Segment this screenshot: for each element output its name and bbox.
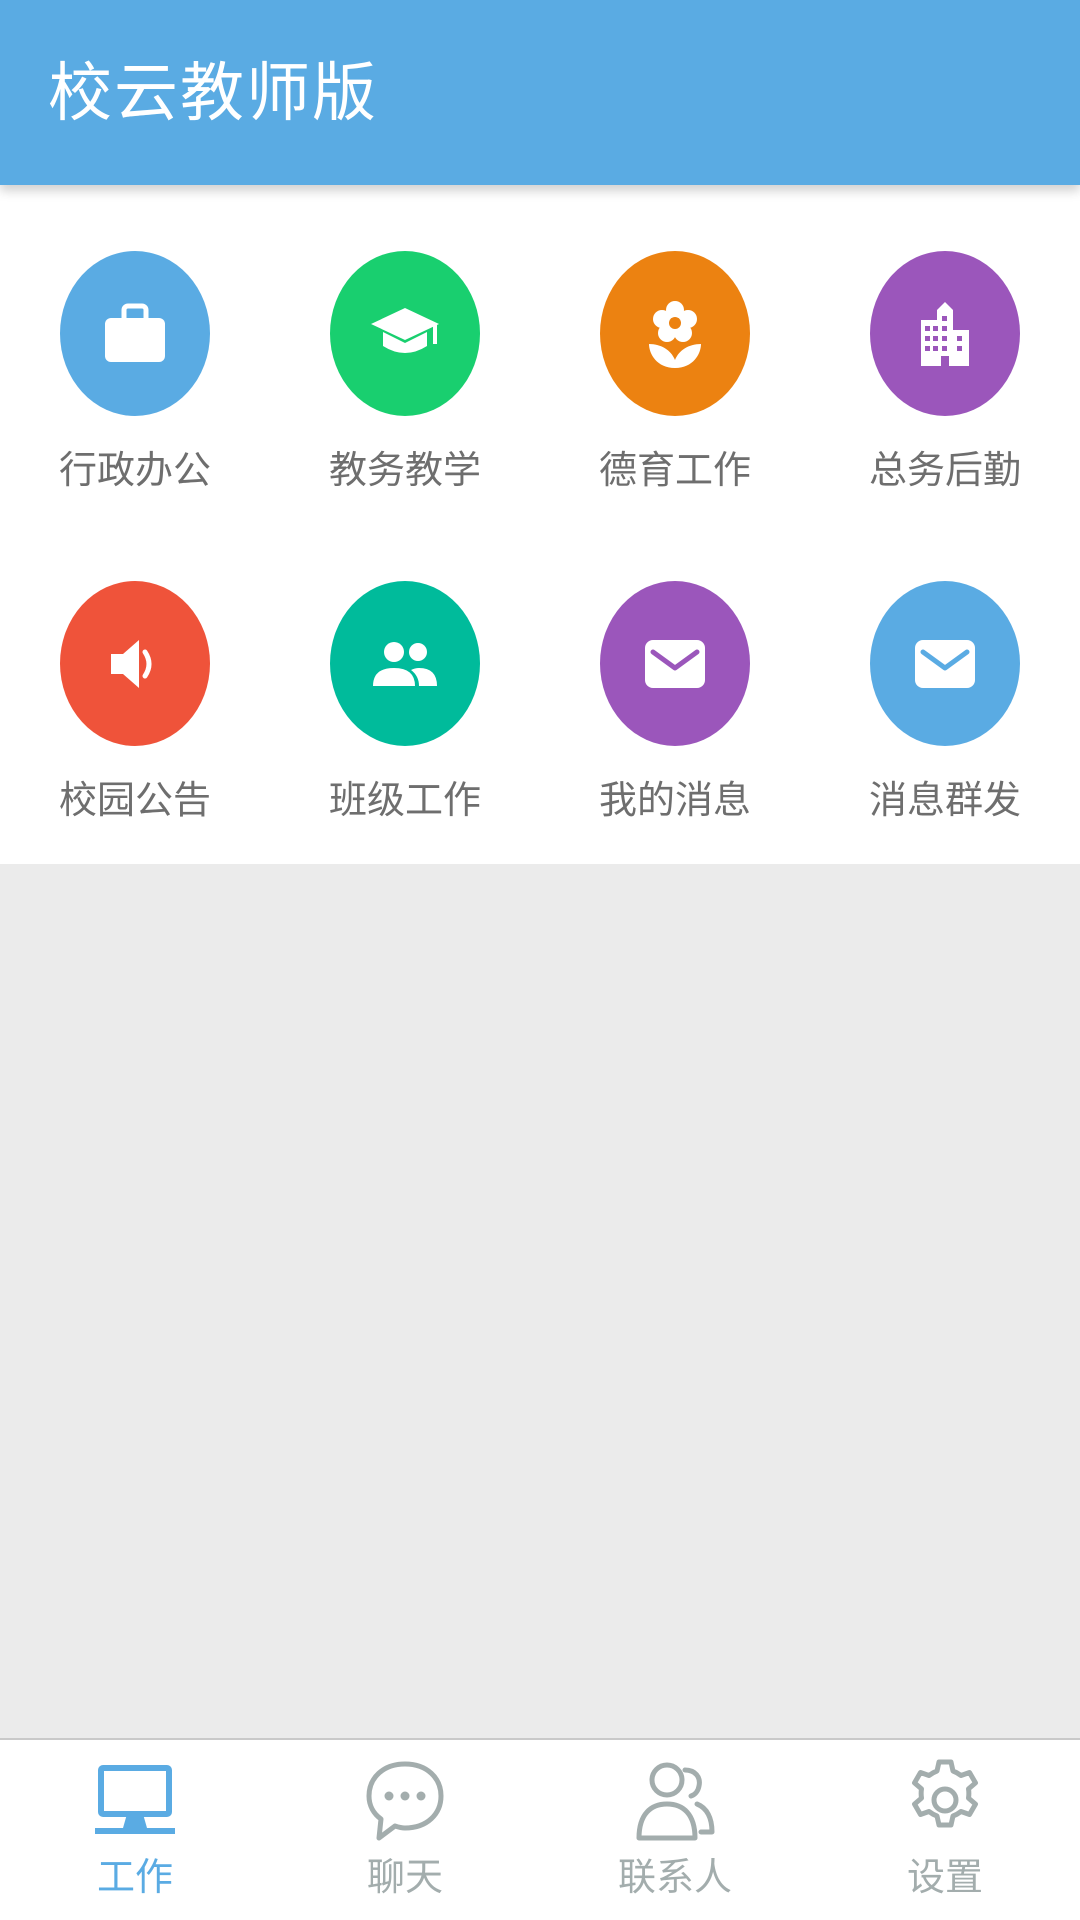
tile-campus-announcement[interactable]: 校园公告 <box>0 515 270 845</box>
tile-icon-circle <box>60 581 210 746</box>
nav-tab-contacts[interactable]: 联系人 <box>540 1740 810 1920</box>
tile-moral-education[interactable]: 德育工作 <box>540 185 810 515</box>
nav-tab-chat[interactable]: 聊天 <box>270 1740 540 1920</box>
bottom-navigation: 工作 聊天 联系人 设置 <box>0 1738 1080 1920</box>
tile-label: 教务教学 <box>328 448 481 492</box>
tile-mass-messaging[interactable]: 消息群发 <box>810 515 1080 845</box>
graduation-cap-icon <box>371 307 439 353</box>
speaker-icon <box>111 639 152 688</box>
nav-label: 工作 <box>96 1855 173 1899</box>
briefcase-icon <box>105 303 165 362</box>
app-header: 校云教师版 <box>0 0 1080 185</box>
monitor-icon <box>95 1765 175 1834</box>
nav-label: 设置 <box>906 1855 983 1899</box>
tile-icon-circle <box>600 581 750 746</box>
tile-label: 班级工作 <box>328 778 481 822</box>
tile-label: 德育工作 <box>598 448 751 492</box>
tile-icon-circle <box>60 251 210 416</box>
function-grid: 行政办公 教务教学 德育工作 总务后勤 校园公告 班级工作 我的消息 消息群发 <box>0 185 1080 864</box>
app-root: 校云教师版 行政办公 教务教学 德育工作 总务后勤 校园公告 班级工作 我的消息… <box>0 0 1080 1920</box>
tile-icon-circle <box>600 251 750 416</box>
tile-label: 行政办公 <box>58 448 211 492</box>
chat-bubble-icon <box>366 1761 444 1841</box>
tile-admin-office[interactable]: 行政办公 <box>0 185 270 515</box>
envelope-icon <box>915 639 975 688</box>
nav-label: 聊天 <box>366 1855 443 1899</box>
envelope-icon <box>645 639 705 688</box>
tile-label: 校园公告 <box>58 778 211 822</box>
tile-icon-circle <box>870 581 1020 746</box>
tile-icon-circle <box>330 581 480 746</box>
group-icon <box>373 641 437 686</box>
tile-icon-circle <box>330 251 480 416</box>
flower-icon <box>649 300 701 368</box>
tile-my-messages[interactable]: 我的消息 <box>540 515 810 845</box>
nav-tab-work[interactable]: 工作 <box>0 1740 270 1920</box>
app-title: 校云教师版 <box>48 57 378 131</box>
building-icon <box>921 301 969 366</box>
tile-label: 我的消息 <box>598 778 751 822</box>
nav-tab-settings[interactable]: 设置 <box>810 1740 1080 1920</box>
nav-label: 联系人 <box>617 1855 732 1899</box>
tile-icon-circle <box>870 251 1020 416</box>
tile-label: 消息群发 <box>868 778 1021 822</box>
tile-label: 总务后勤 <box>868 448 1021 492</box>
gear-icon <box>912 1759 978 1828</box>
tile-general-logistics[interactable]: 总务后勤 <box>810 185 1080 515</box>
tile-class-work[interactable]: 班级工作 <box>270 515 540 845</box>
tile-academic-teaching[interactable]: 教务教学 <box>270 185 540 515</box>
contacts-icon <box>636 1762 715 1841</box>
